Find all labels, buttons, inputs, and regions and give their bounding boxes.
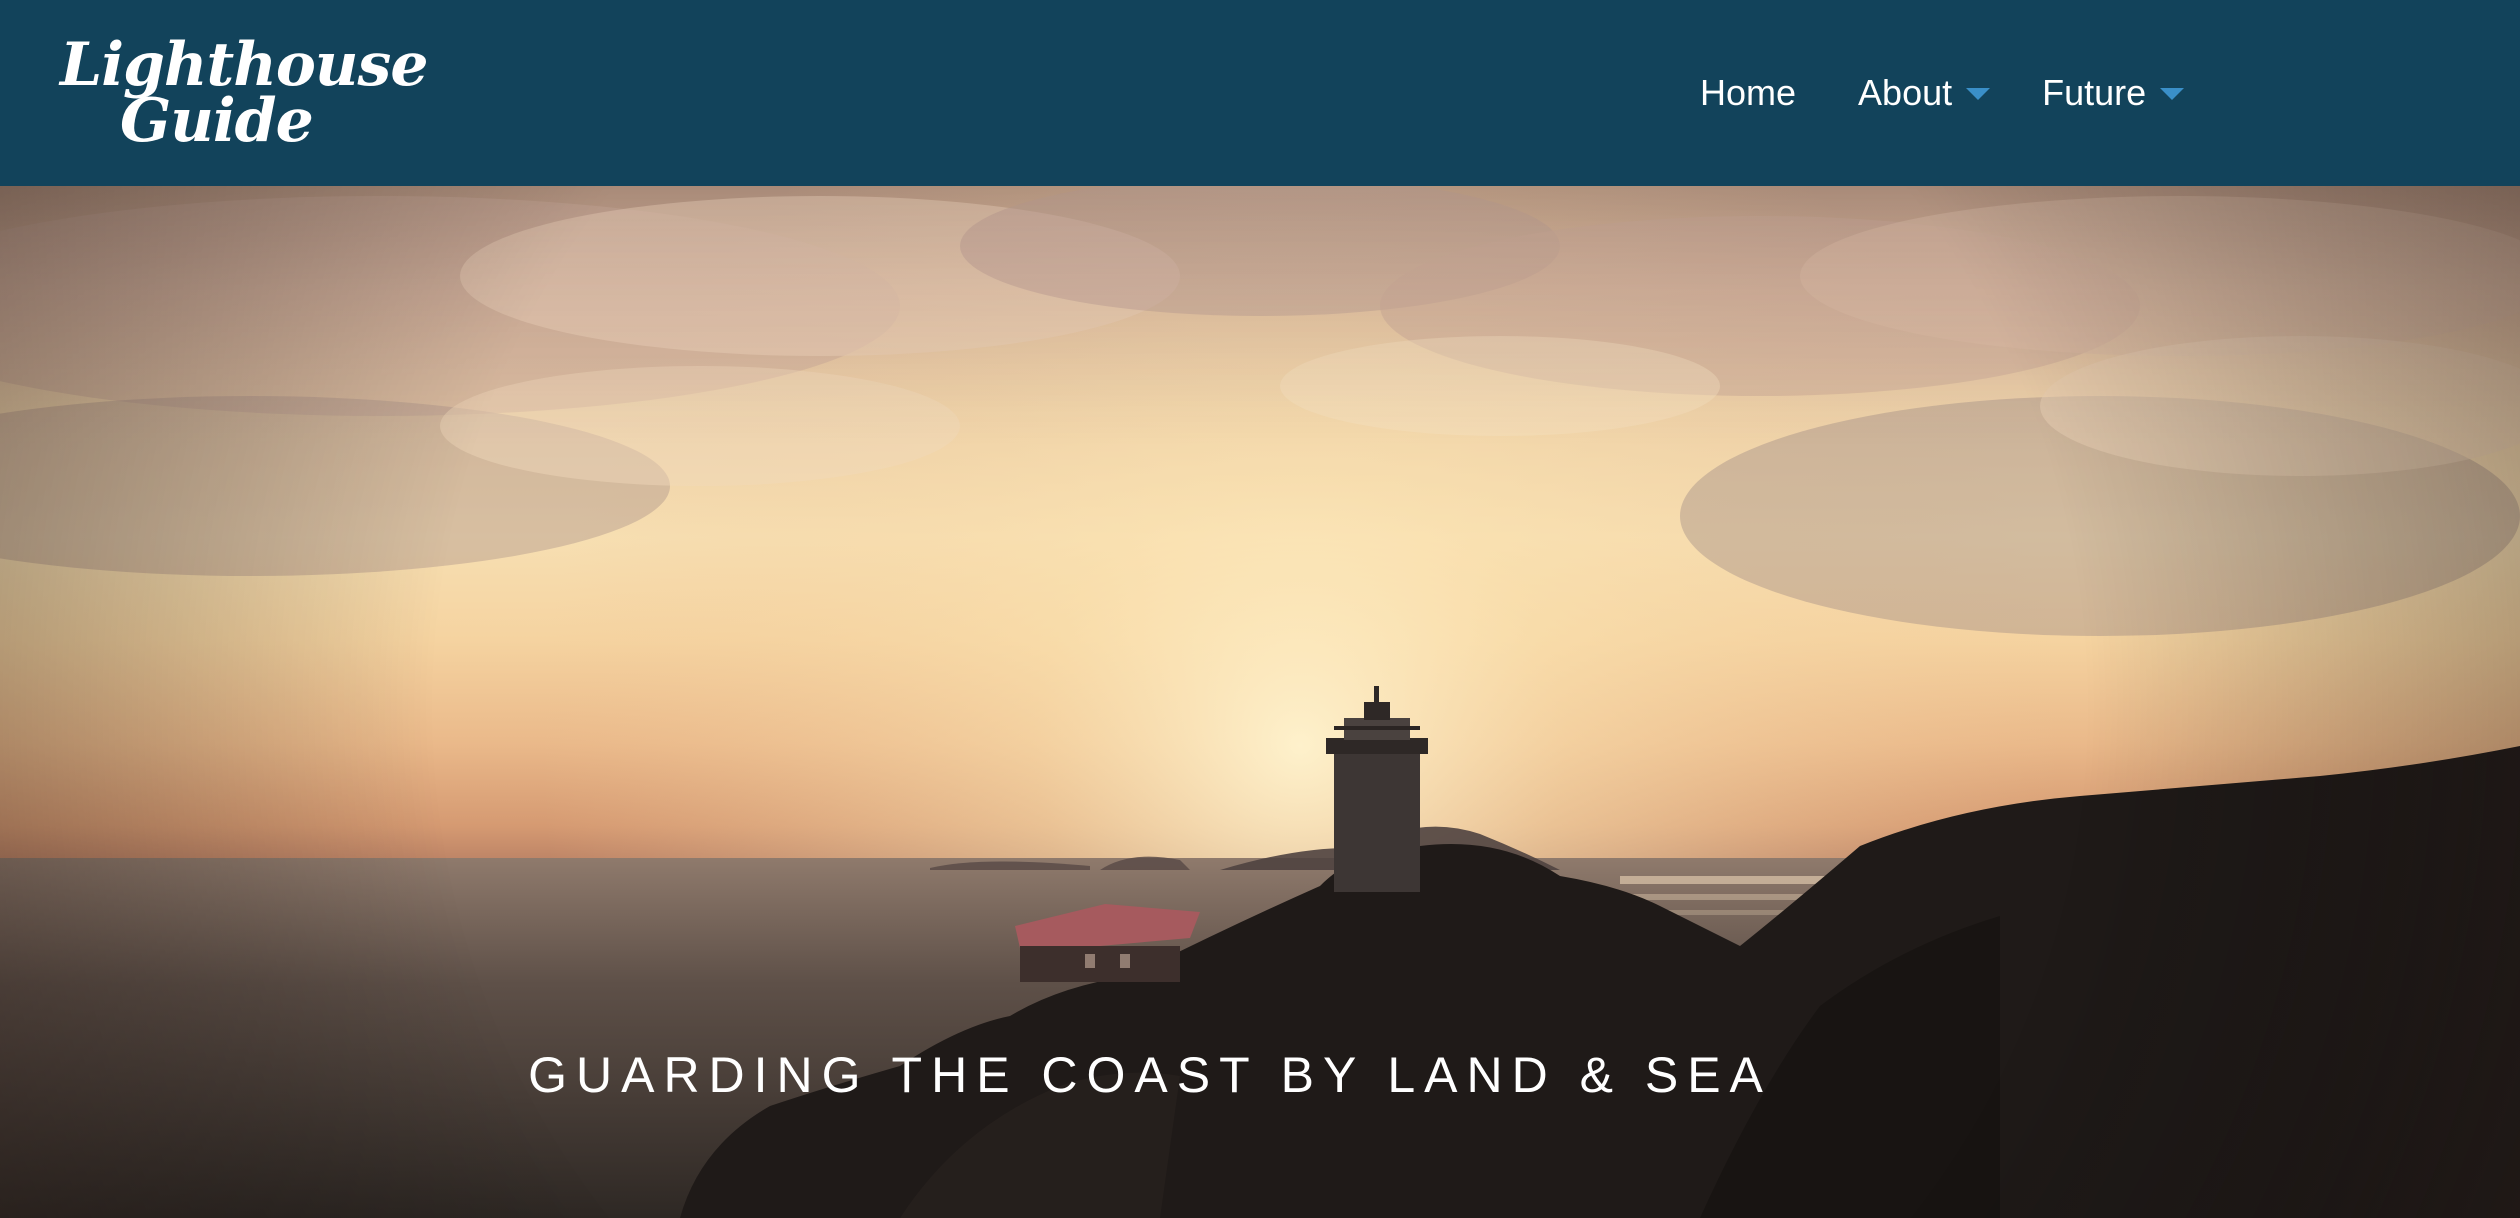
main-nav: Home About Future: [1680, 0, 2240, 186]
page: Lighthouse Guide Home About Future GUARD…: [0, 0, 2520, 1218]
caret-down-icon[interactable]: [2160, 88, 2185, 100]
nav-item-home[interactable]: Home: [1700, 72, 1796, 114]
hero-banner: GUARDING THE COAST BY LAND & SEA: [0, 186, 2520, 1218]
site-header: Lighthouse Guide Home About Future: [0, 0, 2520, 186]
site-logo[interactable]: Lighthouse Guide: [60, 30, 428, 160]
nav-item-about[interactable]: About: [1858, 72, 1991, 114]
caret-down-icon[interactable]: [1966, 88, 1991, 100]
hero-tagline: GUARDING THE COAST BY LAND & SEA: [528, 1047, 1772, 1103]
nav-item-future[interactable]: Future: [2042, 72, 2185, 114]
nav-item-label: Home: [1700, 72, 1797, 113]
nav-item-label: About: [1858, 72, 1953, 113]
nav-item-label: Future: [2042, 72, 2147, 113]
logo-line-2: Guide: [120, 86, 314, 156]
